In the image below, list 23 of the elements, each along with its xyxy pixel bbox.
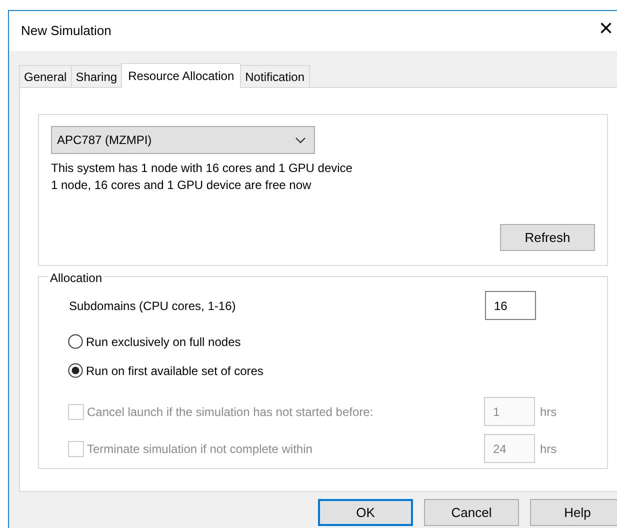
info-text: This system has 1 node with 16 cores and 1 GPU device [51,160,354,177]
option-label: Run on first available set of cores [86,362,264,380]
refresh-button[interactable]: Refresh [500,224,595,251]
unit-label: hrs [540,404,557,420]
window-title: New Simulation [21,22,112,40]
dialog-button[interactable]: Help [530,499,617,526]
close-button[interactable]: × [598,17,617,45]
dialog-button[interactable]: Cancel [424,499,519,526]
system-dropdown[interactable]: APC787 (MZMPI) [51,126,315,154]
radio-button[interactable] [68,334,83,349]
chevron-down-icon [295,136,306,144]
radio-button[interactable] [68,363,83,378]
subdomains-field[interactable]: 16 [485,291,536,320]
info-text: 1 node, 16 cores and 1 GPU device are free now [51,177,312,194]
option-label: Cancel launch if the simulation has not started before: [87,404,374,420]
unit-label: hrs [540,440,557,458]
tab[interactable]: General [19,65,72,87]
option-label: Terminate simulation if not complete within [87,440,312,458]
tab[interactable]: Notification [240,65,310,87]
option-label: Run exclusively on full nodes [86,334,241,350]
dialog-button[interactable]: OK [318,499,413,526]
tab[interactable]: Resource Allocation [121,63,242,88]
subdomains-label: Subdomains (CPU cores, 1-16) [69,298,237,314]
